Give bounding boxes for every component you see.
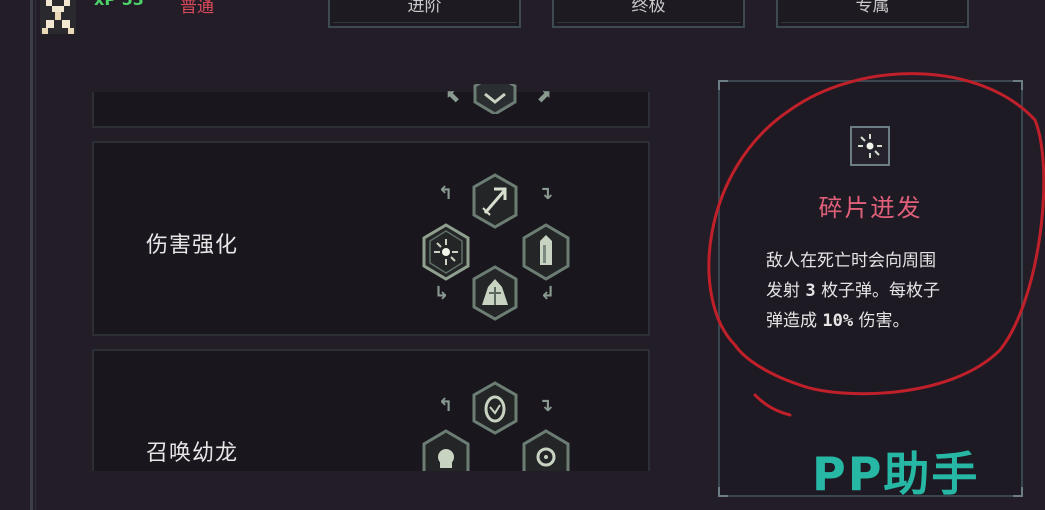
arrow-up-right-icon: ↲ xyxy=(540,283,556,304)
desc-number: 3 xyxy=(805,281,816,301)
upgrade-title: 伤害强化 xyxy=(146,233,239,258)
watermark-logo: PP助手 xyxy=(812,447,980,501)
panel-corner xyxy=(1013,80,1023,90)
upgrade-card-1[interactable]: ⬉ ⬈ xyxy=(92,84,650,128)
pierce-arrow-icon xyxy=(472,173,518,229)
upgrade-card-damage[interactable]: 伤害强化 ↰ ↴ ↳ ↲ xyxy=(92,141,650,336)
dragon-icon xyxy=(472,265,518,321)
bullet-icon xyxy=(522,223,570,281)
detail-panel: 碎片迸发 敌人在死亡时会向周围 发射 3 枚子弹。每枚子 弹造成 10% 伤害。 xyxy=(718,80,1023,497)
orb-icon xyxy=(522,429,570,471)
panel-corner xyxy=(1013,487,1023,497)
detail-description: 敌人在死亡时会向周围 发射 3 枚子弹。每枚子 弹造成 10% 伤害。 xyxy=(766,246,996,336)
desc-text: 弹造成 xyxy=(766,311,817,331)
tab-ultimate[interactable]: 终极 xyxy=(552,0,745,28)
shard-burst-icon xyxy=(850,126,890,166)
tab-advanced[interactable]: 进阶 xyxy=(328,0,521,28)
upgrade-node-icon xyxy=(473,84,517,114)
desc-text: 发射 xyxy=(766,281,800,301)
top-bar: xP 53 普通 进阶 终极 专属 xyxy=(0,0,1045,34)
desc-number: 10% xyxy=(822,311,854,331)
desc-text: 伤害。 xyxy=(858,311,910,331)
arrow-up-left-icon: ↰ xyxy=(438,183,454,204)
arrow-icon: ⬉ xyxy=(446,86,462,107)
panel-corner xyxy=(718,487,728,497)
skull-icon xyxy=(422,429,470,471)
desc-line: 发射 3 枚子弹。每枚子 xyxy=(766,276,996,306)
desc-line: 弹造成 10% 伤害。 xyxy=(766,306,996,336)
tab-exclusive[interactable]: 专属 xyxy=(776,0,969,28)
arrow-down-left-icon: ↳ xyxy=(434,283,450,304)
character-avatar-icon xyxy=(40,0,76,34)
tab-label: 终极 xyxy=(631,0,666,16)
arrow-down-right-icon: ↴ xyxy=(538,183,554,204)
arrow-icon: ⬈ xyxy=(536,86,552,107)
arrow-down-right-icon: ↴ xyxy=(538,395,554,416)
left-divider-inner xyxy=(35,0,36,510)
tab-label: 进阶 xyxy=(407,0,442,16)
desc-line: 敌人在死亡时会向周围 xyxy=(766,251,936,271)
upgrade-title: 召唤幼龙 xyxy=(146,441,239,466)
arrow-up-left-icon: ↰ xyxy=(438,395,454,416)
upgrade-card-summon-drake[interactable]: 召唤幼龙 ↰ ↴ xyxy=(92,349,650,471)
left-divider xyxy=(30,0,33,510)
shard-burst-icon[interactable] xyxy=(420,223,472,281)
desc-text: 枚子弹。每枚子 xyxy=(821,281,941,301)
resource-counter: xP 53 xyxy=(94,0,144,9)
category-label: 普通 xyxy=(180,0,214,17)
egg-icon xyxy=(472,381,518,435)
detail-title: 碎片迸发 xyxy=(818,194,923,222)
panel-corner xyxy=(718,80,728,90)
tab-label: 专属 xyxy=(855,0,890,16)
